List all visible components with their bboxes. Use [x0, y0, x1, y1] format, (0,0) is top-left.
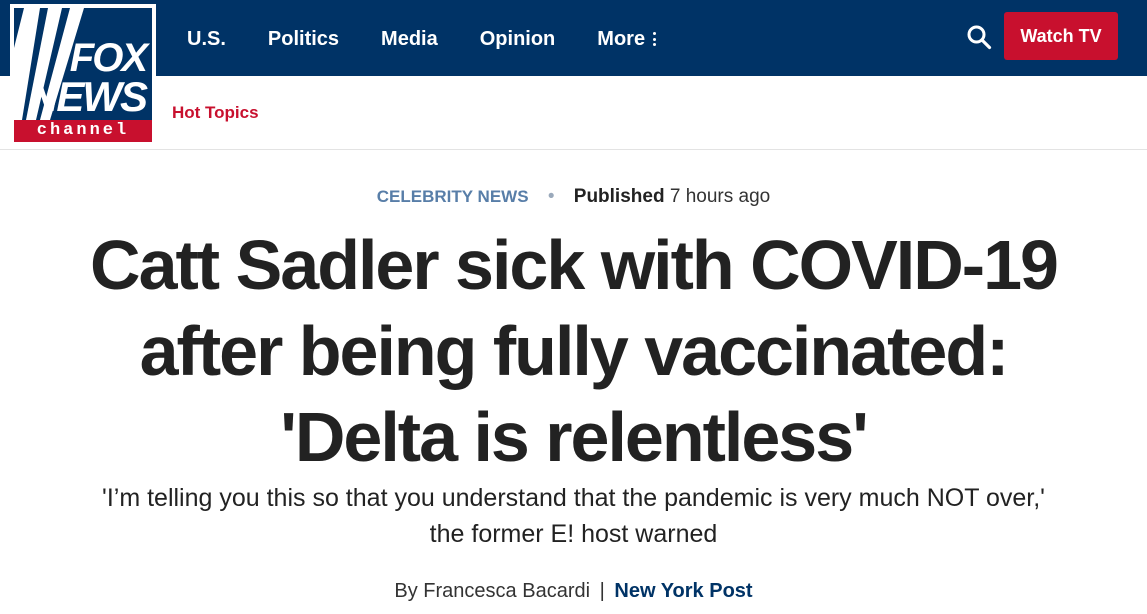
published-label: Published — [573, 186, 665, 207]
hot-topics-link[interactable]: Hot Topics — [172, 103, 259, 123]
category-link[interactable]: CELEBRITY NEWS — [377, 187, 529, 206]
article-headline: Catt Sadler sick with COVID-19 after bei… — [20, 222, 1127, 480]
search-icon[interactable] — [966, 24, 992, 50]
headline-line: 'Delta is relentless' — [280, 398, 869, 476]
nav-item-label: More — [597, 28, 646, 50]
main-nav: U.S. Politics Media Opinion More — [187, 27, 698, 51]
byline-separator: | — [599, 580, 605, 602]
article-subheadline: 'I’m telling you this so that you unders… — [40, 480, 1107, 552]
logo-mark: FOX NEWS channel — [14, 8, 152, 142]
nav-item-politics[interactable]: Politics — [268, 27, 339, 51]
headline-line: Catt Sadler sick with COVID-19 — [90, 226, 1059, 304]
nav-item-label: Politics — [267, 28, 340, 50]
watch-tv-button[interactable]: Watch TV — [1004, 12, 1118, 60]
nav-item-label: Media — [381, 28, 438, 50]
nav-item-us[interactable]: U.S. — [187, 27, 226, 51]
nav-item-media[interactable]: Media — [381, 27, 438, 51]
article-meta: CELEBRITY NEWS • Published 7 hours ago — [0, 186, 1147, 208]
meta-separator: • — [547, 186, 555, 207]
nav-item-label: U.S. — [187, 28, 226, 50]
subheadline-line: 'I’m telling you this so that you unders… — [102, 484, 1045, 512]
nav-item-more[interactable]: More — [597, 27, 657, 51]
logo-fox-text: FOX — [69, 36, 148, 80]
published-time: 7 hours ago — [669, 186, 771, 207]
subheadline-line: the former E! host warned — [429, 520, 718, 548]
article-byline: By Francesca Bacardi | New York Post — [0, 580, 1147, 603]
vertical-dots-icon — [653, 32, 657, 46]
headline-line: after being fully vaccinated: — [139, 312, 1010, 390]
logo-channel-text: channel — [14, 120, 152, 142]
nav-item-label: Opinion — [479, 28, 556, 50]
byline-author: By Francesca Bacardi — [394, 580, 591, 602]
nav-item-opinion[interactable]: Opinion — [480, 27, 556, 51]
logo-news-text: NEWS — [28, 73, 148, 120]
byline-source-link[interactable]: New York Post — [614, 580, 752, 602]
fox-news-logo[interactable]: FOX NEWS channel — [10, 4, 156, 146]
